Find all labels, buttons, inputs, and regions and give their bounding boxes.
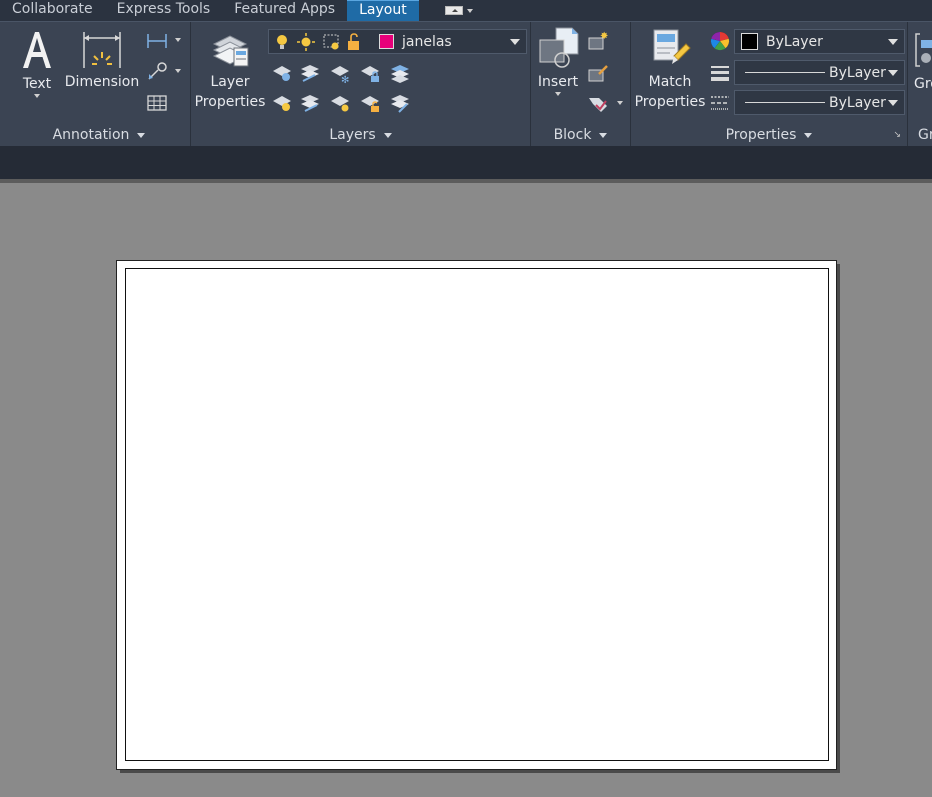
lightbulb-on-icon: [277, 34, 287, 49]
panel-title-block[interactable]: Block: [531, 124, 630, 146]
chevron-down-icon: [34, 94, 40, 98]
chevron-down-icon: [383, 132, 392, 138]
tab-collaborate[interactable]: Collaborate: [0, 0, 105, 21]
panel-annotation: Text Dimension Annotation: [8, 22, 191, 146]
layer-properties-label-1: Layer: [210, 74, 250, 90]
panel-groups: Gro Gr: [908, 22, 932, 146]
lineweight-dropdown[interactable]: ByLayer: [734, 60, 905, 85]
ribbon-bottom-bar: [0, 146, 932, 179]
layer-properties-button[interactable]: Layer Properties: [193, 26, 267, 112]
dimension-icon: [83, 32, 121, 68]
tab-layout[interactable]: Layout: [347, 0, 419, 21]
layer-color-swatch: [379, 34, 394, 49]
layer-off-icon[interactable]: [271, 62, 293, 84]
layer-freeze-icon[interactable]: ✻: [329, 62, 351, 84]
sun-thaw-icon: [297, 32, 315, 51]
match-properties-button[interactable]: Match Properties: [633, 26, 707, 112]
chevron-down-icon[interactable]: [175, 69, 181, 73]
panel-properties: Match Properties ByLayer ByLayer ByLayer…: [631, 22, 908, 146]
linetype-sample: [745, 102, 825, 103]
linetype-value: ByLayer: [829, 94, 886, 111]
lineweight-value: ByLayer: [829, 64, 886, 81]
dimension-button[interactable]: Dimension: [64, 28, 140, 92]
svg-text:✸: ✸: [600, 31, 608, 42]
ribbon: Text Dimension Annotation Layer Properti…: [0, 21, 932, 146]
chevron-down-icon: [510, 39, 520, 45]
chevron-down-icon: [599, 132, 608, 138]
panel-title-annotation[interactable]: Annotation: [8, 124, 190, 146]
layer-match-icon[interactable]: [299, 62, 321, 84]
tab-express-tools[interactable]: Express Tools: [105, 0, 223, 21]
layer-properties-label-2: Properties: [194, 94, 266, 110]
panel-layers: Layer Properties janelas ✻ Layers: [191, 22, 531, 146]
chevron-down-icon: [555, 92, 561, 96]
group-icon[interactable]: [914, 32, 932, 68]
chevron-down-icon: [888, 100, 898, 106]
chevron-down-icon[interactable]: [617, 101, 623, 105]
layer-state-icons: [277, 32, 359, 51]
ribbon-tab-bar: Collaborate Express Tools Featured Apps …: [0, 0, 932, 21]
panel-block: Insert ✸ Block: [531, 22, 631, 146]
ribbon-minimize-toggle[interactable]: [435, 0, 483, 21]
minimize-ribbon-icon: [444, 6, 463, 15]
layer-on-icon[interactable]: [271, 92, 293, 114]
color-value: ByLayer: [766, 33, 823, 50]
lineweight-sample: [745, 72, 825, 73]
text-icon: [23, 32, 51, 68]
table-icon[interactable]: [146, 92, 168, 114]
leader-icon[interactable]: [146, 60, 168, 82]
linetype-dropdown[interactable]: ByLayer: [734, 90, 905, 115]
panel-title-groups[interactable]: Gr: [918, 127, 932, 143]
chevron-down-icon: [137, 132, 146, 138]
edit-block-icon[interactable]: [587, 62, 609, 84]
lineweight-icon[interactable]: [709, 62, 731, 84]
layer-lock-icon[interactable]: [359, 62, 381, 84]
layer-dropdown[interactable]: janelas: [268, 29, 527, 54]
text-button[interactable]: Text: [14, 26, 60, 98]
insert-button[interactable]: Insert: [533, 26, 583, 96]
svg-text:✻: ✻: [341, 75, 349, 84]
chevron-down-icon: [888, 70, 898, 76]
insert-block-icon: [539, 27, 579, 68]
text-button-label: Text: [22, 76, 52, 92]
layer-properties-icon: [212, 35, 249, 67]
layer-isolate-icon[interactable]: [389, 92, 411, 114]
viewport-freeze-icon: [323, 34, 339, 49]
current-layer-name: janelas: [402, 33, 452, 50]
create-block-icon[interactable]: ✸: [587, 30, 609, 52]
color-dropdown[interactable]: ByLayer: [734, 29, 905, 54]
layer-previous-icon[interactable]: [299, 92, 321, 114]
tab-featured-apps[interactable]: Featured Apps: [222, 0, 347, 21]
match-properties-icon: [653, 29, 691, 64]
color-swatch: [741, 33, 758, 50]
chevron-down-icon: [466, 8, 473, 13]
layer-unlock-icon[interactable]: [359, 92, 381, 114]
chevron-down-icon[interactable]: [175, 38, 181, 42]
linetype-icon[interactable]: [709, 92, 731, 114]
unlock-icon: [348, 32, 359, 50]
layer-thaw-icon[interactable]: [329, 92, 351, 114]
panel-title-layers[interactable]: Layers: [191, 124, 530, 146]
panel-title-properties[interactable]: Properties: [631, 124, 907, 146]
linear-dimension-icon[interactable]: [146, 30, 168, 52]
printable-area-boundary: [125, 268, 829, 761]
chevron-down-icon: [804, 132, 813, 138]
match-properties-label-1: Match: [648, 74, 692, 90]
chevron-down-icon: [888, 39, 898, 45]
group-button-label: Gro: [914, 76, 932, 92]
dialog-launcher-icon[interactable]: ↘: [893, 130, 901, 140]
match-properties-label-2: Properties: [634, 94, 706, 110]
dimension-button-label: Dimension: [64, 74, 140, 90]
viewport-top-edge: [0, 179, 932, 183]
insert-button-label: Insert: [537, 74, 579, 90]
make-current-layer-icon[interactable]: [389, 62, 411, 84]
block-attribute-icon[interactable]: [587, 92, 609, 114]
color-wheel-icon[interactable]: [709, 30, 731, 52]
